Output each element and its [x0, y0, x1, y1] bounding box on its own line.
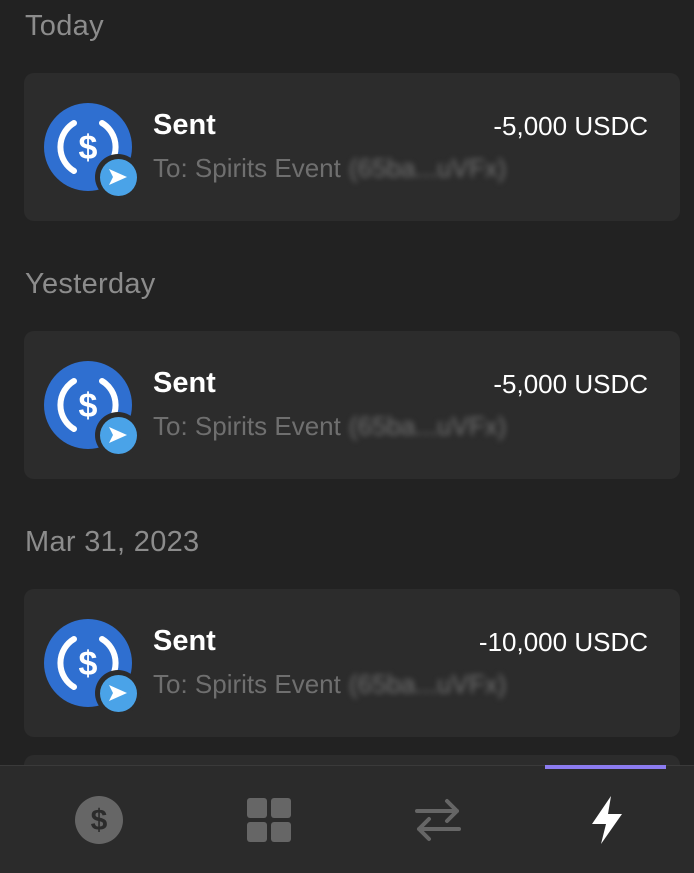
date-header-yesterday: Yesterday: [25, 268, 156, 300]
transaction-amount: -5,000 USDC: [493, 369, 648, 399]
send-arrow-icon: [109, 685, 127, 701]
recipient-label: To: Spirits Event: [153, 153, 341, 183]
activity-feed[interactable]: Today $ Sent -5,000 USDC To: Spirits Eve…: [0, 0, 694, 765]
transaction-type: Sent: [153, 109, 216, 141]
transaction-recipient: To: Spirits Event (65ba...uVFx): [153, 153, 506, 184]
transaction-card-partial[interactable]: [24, 755, 680, 765]
transaction-card[interactable]: $ Sent -10,000 USDC To: Spirits Event (65…: [24, 589, 680, 737]
recipient-label: To: Spirits Event: [153, 411, 341, 441]
send-badge: [95, 154, 141, 200]
send-arrow-icon: [109, 427, 127, 443]
lightning-bolt-icon: [591, 796, 622, 844]
transaction-type: Sent: [153, 367, 216, 399]
tab-balances[interactable]: $: [12, 766, 185, 873]
bottom-tab-bar: $: [0, 765, 694, 873]
send-badge: [95, 670, 141, 716]
date-header-mar-31-2023: Mar 31, 2023: [25, 526, 200, 558]
recipient-address: (65ba...uVFx): [348, 669, 507, 699]
transaction-recipient: To: Spirits Event (65ba...uVFx): [153, 669, 506, 700]
send-badge: [95, 412, 141, 458]
svg-text:$: $: [90, 804, 107, 837]
recipient-address: (65ba...uVFx): [348, 411, 507, 441]
transaction-recipient: To: Spirits Event (65ba...uVFx): [153, 411, 506, 442]
tab-swap[interactable]: [351, 766, 524, 873]
active-tab-indicator: [545, 765, 666, 769]
transaction-amount: -10,000 USDC: [478, 627, 648, 657]
recipient-address: (65ba...uVFx): [348, 153, 507, 183]
transaction-amount: -5,000 USDC: [493, 111, 648, 141]
svg-text:$: $: [79, 645, 98, 683]
send-arrow-icon: [109, 169, 127, 185]
dollar-coin-icon: $: [74, 796, 123, 844]
activity-screen: Today $ Sent -5,000 USDC To: Spirits Eve…: [0, 0, 694, 873]
swap-arrows-icon: [414, 799, 461, 841]
tab-activity[interactable]: [520, 766, 693, 873]
recipient-label: To: Spirits Event: [153, 669, 341, 699]
svg-text:$: $: [79, 129, 98, 167]
grid-apps-icon: [246, 798, 291, 842]
transaction-type: Sent: [153, 625, 216, 657]
transaction-card[interactable]: $ Sent -5,000 USDC To: Spirits Event (65b…: [24, 331, 680, 479]
transaction-card[interactable]: $ Sent -5,000 USDC To: Spirits Event (65b…: [24, 73, 680, 221]
svg-text:$: $: [79, 387, 98, 425]
date-header-today: Today: [25, 10, 104, 42]
tab-collectibles[interactable]: [182, 766, 355, 873]
